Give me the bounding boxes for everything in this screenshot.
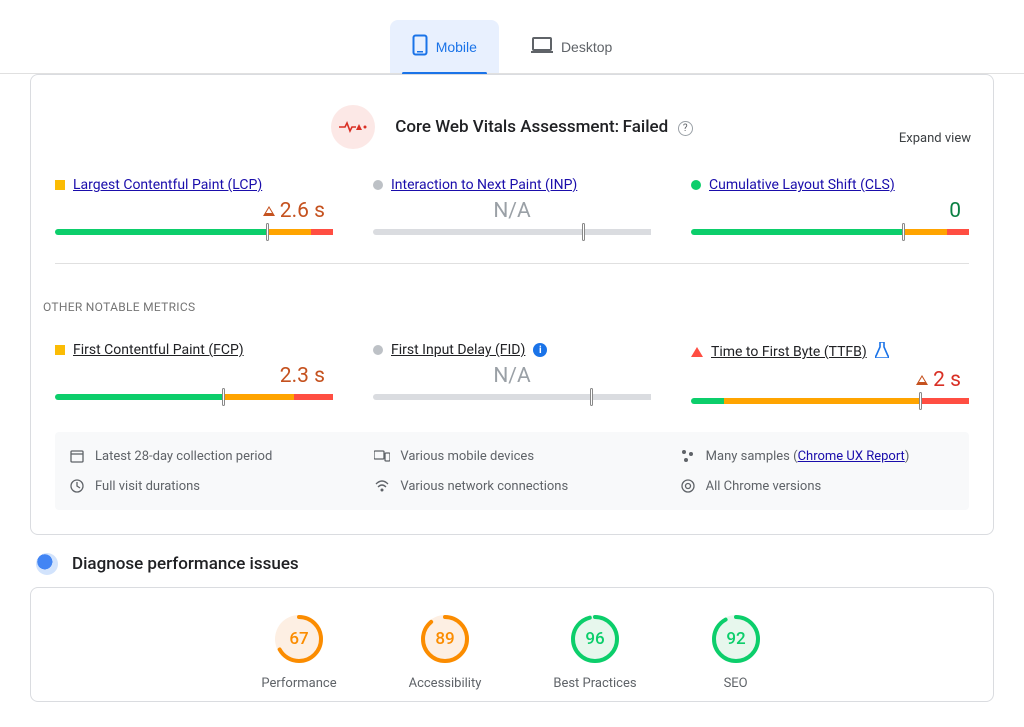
metric-ttfb: Time to First Byte (TTFB) 2 s (691, 342, 969, 404)
metric-fcp-value: 2.3 s (280, 364, 325, 388)
lighthouse-card: 67 Performance 89 Accessibility 96 Best … (30, 587, 994, 702)
gauge-seo[interactable]: 92 SEO (709, 612, 763, 691)
samples-icon (680, 448, 696, 464)
gauge-seo-circle: 92 (709, 612, 763, 666)
metric-lcp-bar (55, 229, 333, 235)
gauge-best[interactable]: 96 Best Practices (553, 612, 636, 691)
footer-visit: Full visit durations (95, 479, 200, 494)
calendar-icon (69, 448, 85, 464)
metric-cls-bar (691, 229, 969, 235)
desktop-icon (531, 36, 553, 57)
svg-text:67: 67 (289, 629, 308, 649)
gauge-performance-label: Performance (261, 676, 336, 691)
gauge-accessibility-label: Accessibility (409, 676, 482, 691)
crux-link[interactable]: Chrome UX Report (798, 449, 905, 464)
metric-lcp-value: 2.6 s (280, 199, 325, 223)
metric-inp-bar (373, 229, 651, 235)
gauge-seo-label: SEO (724, 676, 748, 691)
dot-gray-icon (373, 345, 383, 355)
metric-ttfb-title[interactable]: Time to First Byte (TTFB) (711, 344, 867, 360)
square-warn-icon (55, 345, 65, 355)
diagnose-icon (36, 553, 58, 575)
metric-inp: Interaction to Next Paint (INP) N/A (373, 177, 651, 235)
triangle-red-icon (691, 347, 703, 357)
svg-text:92: 92 (726, 629, 746, 649)
metric-fid: First Input Delay (FID) i N/A (373, 342, 651, 404)
metric-inp-value: N/A (493, 199, 530, 223)
tab-mobile[interactable]: Mobile (390, 20, 499, 73)
gauge-best-label: Best Practices (553, 676, 636, 691)
gauge-accessibility[interactable]: 89 Accessibility (409, 612, 482, 691)
gauge-accessibility-circle: 89 (418, 612, 472, 666)
footer-devices: Various mobile devices (400, 449, 534, 464)
footer-network: Various network connections (400, 479, 568, 494)
metric-fid-value: N/A (493, 364, 530, 388)
devices-icon (374, 448, 390, 464)
collection-info: Latest 28-day collection period Various … (55, 432, 969, 510)
pulse-icon (331, 105, 375, 149)
tab-desktop[interactable]: Desktop (509, 20, 634, 73)
gauge-performance-circle: 67 (272, 612, 326, 666)
footer-samples: Many samples (706, 449, 790, 464)
gauge-performance[interactable]: 67 Performance (261, 612, 336, 691)
footer-chrome: All Chrome versions (706, 479, 822, 494)
metric-inp-title[interactable]: Interaction to Next Paint (INP) (391, 177, 577, 193)
metric-cls: Cumulative Layout Shift (CLS) 0 (691, 177, 969, 235)
expand-view-link[interactable]: Expand view (899, 131, 971, 146)
metric-fid-bar (373, 394, 651, 400)
assessment-status: Failed (623, 117, 669, 137)
metric-lcp-title[interactable]: Largest Contentful Paint (LCP) (73, 177, 262, 193)
diagnose-title: Diagnose performance issues (72, 554, 299, 574)
dot-green-icon (691, 180, 701, 190)
mobile-icon (412, 34, 428, 59)
metric-cls-title[interactable]: Cumulative Layout Shift (CLS) (709, 177, 895, 193)
gauge-best-circle: 96 (568, 612, 622, 666)
dot-gray-icon (373, 180, 383, 190)
network-icon (374, 478, 390, 494)
tab-desktop-label: Desktop (561, 39, 612, 55)
metric-cls-value: 0 (949, 199, 961, 223)
metric-fid-title[interactable]: First Input Delay (FID) (391, 342, 525, 358)
help-icon[interactable]: ? (678, 121, 693, 136)
divider (55, 263, 969, 264)
triangle-warn-icon (263, 206, 275, 216)
tab-mobile-label: Mobile (436, 39, 477, 55)
metric-ttfb-bar (691, 398, 969, 404)
device-tabs: Mobile Desktop (0, 20, 1024, 74)
metric-ttfb-value: 2 s (933, 368, 961, 392)
chrome-icon (680, 478, 696, 494)
metric-fcp-bar (55, 394, 333, 400)
beaker-icon[interactable] (875, 342, 889, 362)
svg-text:96: 96 (585, 629, 604, 649)
clock-icon (69, 478, 85, 494)
metric-lcp: Largest Contentful Paint (LCP) 2.6 s (55, 177, 333, 235)
info-icon[interactable]: i (533, 343, 547, 357)
assessment-heading: Core Web Vitals Assessment: Failed ? (395, 117, 692, 137)
other-metrics-heading: OTHER NOTABLE METRICS (43, 300, 969, 314)
vitals-card: Core Web Vitals Assessment: Failed ? Exp… (30, 74, 994, 535)
svg-text:89: 89 (435, 629, 454, 649)
square-warn-icon (55, 180, 65, 190)
metric-fcp-title[interactable]: First Contentful Paint (FCP) (73, 342, 244, 358)
metric-fcp: First Contentful Paint (FCP) 2.3 s (55, 342, 333, 404)
footer-period: Latest 28-day collection period (95, 449, 272, 464)
triangle-warn-icon (916, 375, 928, 385)
diagnose-header: Diagnose performance issues (36, 553, 988, 575)
